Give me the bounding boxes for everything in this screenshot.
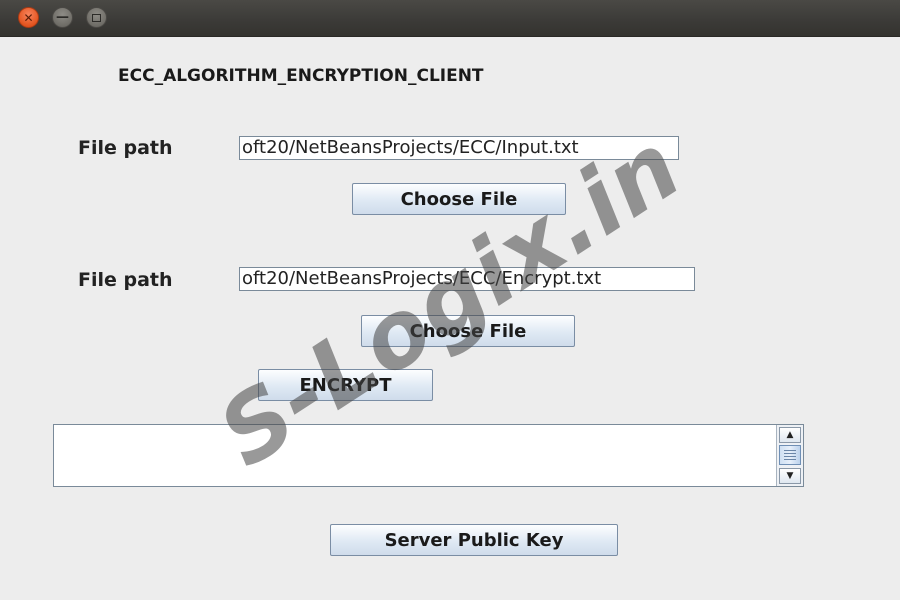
scroll-down-button[interactable]: ▼ [779,468,801,484]
choose-encrypt-file-button[interactable]: Choose File [361,315,575,347]
window-minimize-button[interactable]: — [52,7,73,28]
input-file-path-value: oft20/NetBeansProjects/ECC/Input.txt [242,137,579,158]
minimize-icon: — [56,10,69,25]
encrypt-file-path-value: oft20/NetBeansProjects/ECC/Encrypt.txt [242,268,602,289]
encrypt-button[interactable]: ENCRYPT [258,369,433,401]
scroll-thumb[interactable] [779,445,801,465]
choose-input-file-button[interactable]: Choose File [352,183,566,215]
output-text-area[interactable]: ▲ ▼ [53,424,804,487]
maximize-icon [92,13,101,22]
output-scrollbar[interactable]: ▲ ▼ [776,425,803,486]
close-icon: ✕ [23,10,34,25]
page-title: ECC_ALGORITHM_ENCRYPTION_CLIENT [118,66,484,86]
input-file-path-label: File path [78,137,173,159]
arrow-down-icon: ▼ [786,470,794,481]
window-close-button[interactable]: ✕ [18,7,39,28]
scroll-up-button[interactable]: ▲ [779,427,801,443]
window-maximize-button[interactable] [86,7,107,28]
encrypt-file-path-label: File path [78,269,173,291]
encrypt-file-path-field[interactable]: oft20/NetBeansProjects/ECC/Encrypt.txt [239,267,695,291]
input-file-path-field[interactable]: oft20/NetBeansProjects/ECC/Input.txt [239,136,679,160]
window-titlebar[interactable]: ✕ — [0,0,900,37]
arrow-up-icon: ▲ [786,429,794,440]
server-public-key-button[interactable]: Server Public Key [330,524,618,556]
